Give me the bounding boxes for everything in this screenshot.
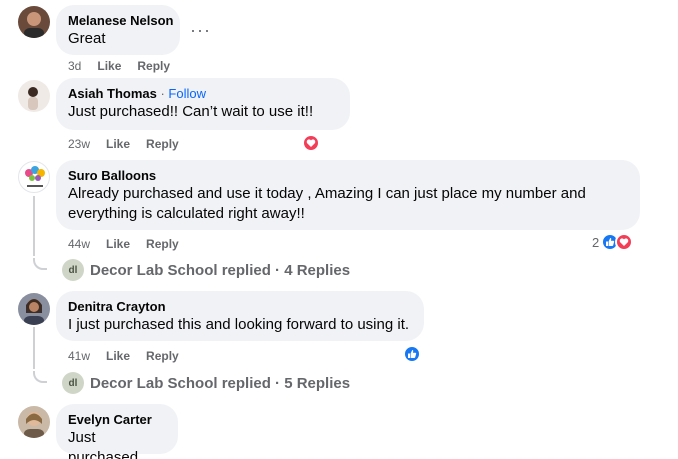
comment-time[interactable]: 3d xyxy=(68,58,81,74)
avatar[interactable] xyxy=(18,80,50,112)
thread-line xyxy=(33,196,35,256)
comment-text: Already purchased and use it today , Ama… xyxy=(68,185,586,222)
reaction-summary[interactable] xyxy=(302,134,320,152)
comment-actions: 23w Like Reply xyxy=(68,136,179,152)
comment-time[interactable]: 44w xyxy=(68,236,90,252)
avatar[interactable] xyxy=(18,6,50,38)
decor-lab-school-avatar: dl xyxy=(62,259,84,281)
view-replies-link[interactable]: dl Decor Lab School replied · 4 Replies xyxy=(62,259,350,281)
comment-author[interactable]: Asiah Thomas xyxy=(68,86,157,101)
comment-text: Great xyxy=(68,30,106,47)
reply-button[interactable]: Reply xyxy=(137,58,170,74)
like-button[interactable]: Like xyxy=(106,236,130,252)
thread-line xyxy=(33,327,35,369)
comment-bubble: Asiah Thomas · Follow Just purchased!! C… xyxy=(56,78,350,130)
comment-author[interactable]: Denitra Crayton xyxy=(68,299,412,315)
comment-bubble: Melanese Nelson Great xyxy=(56,5,180,55)
comment-text: Just purchased xyxy=(68,429,139,459)
avatar[interactable] xyxy=(18,161,50,193)
comment-actions: 44w Like Reply xyxy=(68,236,179,252)
reaction-count: 2 xyxy=(592,234,600,250)
follow-link[interactable]: Follow xyxy=(168,86,206,101)
thumbs-up-icon xyxy=(403,345,421,363)
avatar[interactable] xyxy=(18,406,50,438)
comment-actions: 41w Like Reply xyxy=(68,348,179,364)
comment-bubble: Suro Balloons Already purchased and use … xyxy=(56,160,640,230)
view-replies-link[interactable]: dl Decor Lab School replied · 5 Replies xyxy=(62,372,350,394)
more-options-icon[interactable]: ··· xyxy=(190,21,211,39)
view-replies-label: Decor Lab School replied · 4 Replies xyxy=(90,261,351,279)
like-button[interactable]: Like xyxy=(106,136,130,152)
like-button[interactable]: Like xyxy=(106,348,130,364)
comment-time[interactable]: 23w xyxy=(68,136,90,152)
reply-button[interactable]: Reply xyxy=(146,348,179,364)
like-button[interactable]: Like xyxy=(97,58,121,74)
comment-author[interactable]: Evelyn Carter xyxy=(68,412,166,428)
reply-button[interactable]: Reply xyxy=(146,236,179,252)
thread-connector xyxy=(33,371,47,383)
heart-icon xyxy=(615,233,634,251)
reaction-summary[interactable] xyxy=(403,345,421,363)
comment-bubble: Denitra Crayton I just purchased this an… xyxy=(56,291,424,341)
comment-author-line: Asiah Thomas · Follow xyxy=(68,86,338,102)
reply-button[interactable]: Reply xyxy=(146,136,179,152)
comment-author[interactable]: Suro Balloons xyxy=(68,168,628,184)
thread-connector xyxy=(33,258,47,270)
comment-text: Just purchased!! Can’t wait to use it!! xyxy=(68,103,314,120)
reaction-summary[interactable]: 2 xyxy=(592,233,634,251)
avatar[interactable] xyxy=(18,293,50,325)
comment-text: I just purchased this and looking forwar… xyxy=(68,316,410,333)
comment-actions: 3d Like Reply xyxy=(68,58,170,74)
comment-time[interactable]: 41w xyxy=(68,348,90,364)
decor-lab-school-avatar: dl xyxy=(62,372,84,394)
view-replies-label: Decor Lab School replied · 5 Replies xyxy=(90,374,351,392)
heart-icon xyxy=(302,134,320,152)
comment-bubble: Evelyn Carter Just purchased xyxy=(56,404,178,459)
separator: · xyxy=(156,86,169,101)
comment-author[interactable]: Melanese Nelson xyxy=(68,13,174,29)
